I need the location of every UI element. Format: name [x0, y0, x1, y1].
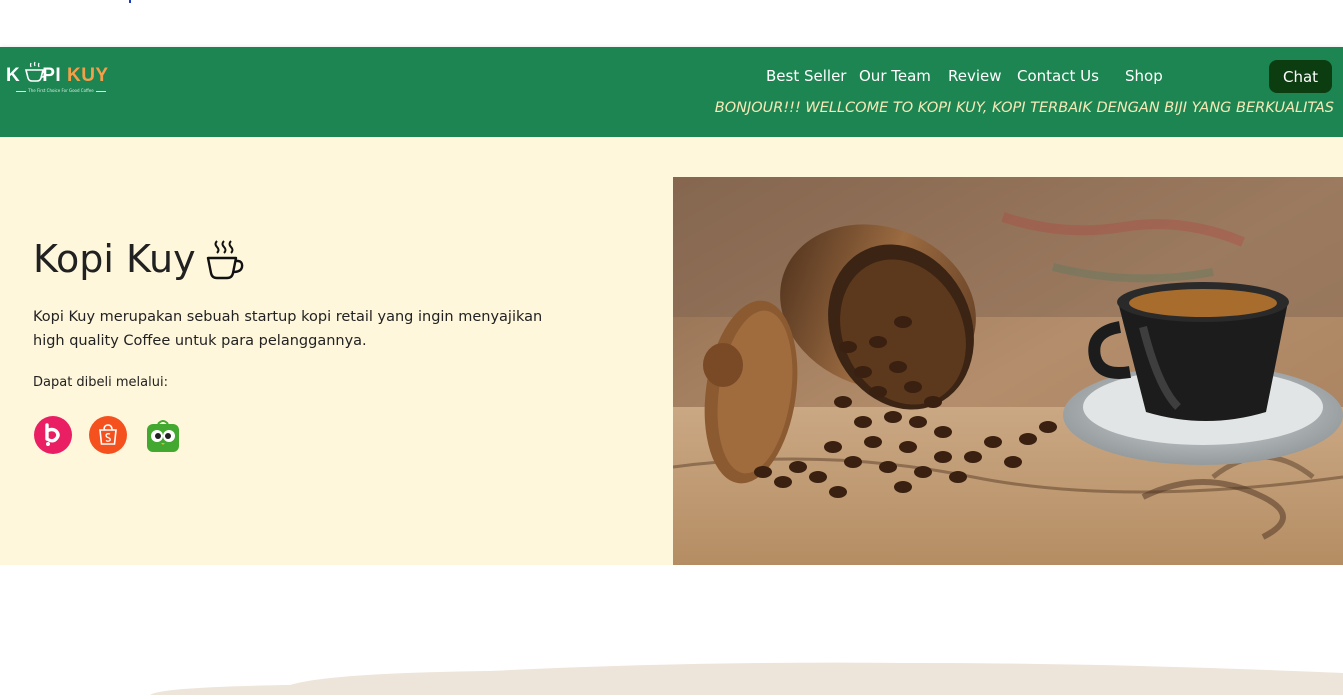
decorative-bottom-strip [0, 640, 1343, 695]
blibli-icon[interactable] [34, 416, 72, 454]
welcome-marquee: BONJOUR!!! WELLCOME TO KOPI KUY, KOPI TE… [714, 100, 1334, 116]
nav-menu: Best Seller Our Team Review Contact Us S… [0, 67, 1343, 89]
coffee-cup-icon [206, 240, 243, 280]
nav-our-team[interactable]: Our Team [859, 67, 931, 85]
buy-via-label: Dapat dibeli melalui: [33, 375, 168, 390]
nav-contact-us[interactable]: Contact Us [1017, 67, 1099, 85]
hero-coffee-image [673, 177, 1343, 565]
hero-title-text: Kopi Kuy [33, 237, 196, 281]
hero-title: Kopi Kuy [33, 237, 248, 281]
nav-shop[interactable]: Shop [1125, 67, 1163, 85]
coffee-photo-illustration [673, 177, 1343, 565]
nav-best-seller[interactable]: Best Seller [766, 67, 846, 85]
chat-button[interactable]: Chat [1269, 60, 1332, 93]
shopee-icon[interactable] [89, 416, 127, 454]
hero-section: Kopi Kuy Kopi Kuy merupakan sebuah start… [0, 137, 1343, 565]
nav-review[interactable]: Review [948, 67, 1002, 85]
tokopedia-icon[interactable] [144, 416, 182, 454]
hero-description: Kopi Kuy merupakan sebuah startup kopi r… [33, 309, 543, 349]
navbar: K PI KUY The First Choice For Good Coffee… [0, 47, 1343, 137]
stray-dot [129, 0, 131, 3]
